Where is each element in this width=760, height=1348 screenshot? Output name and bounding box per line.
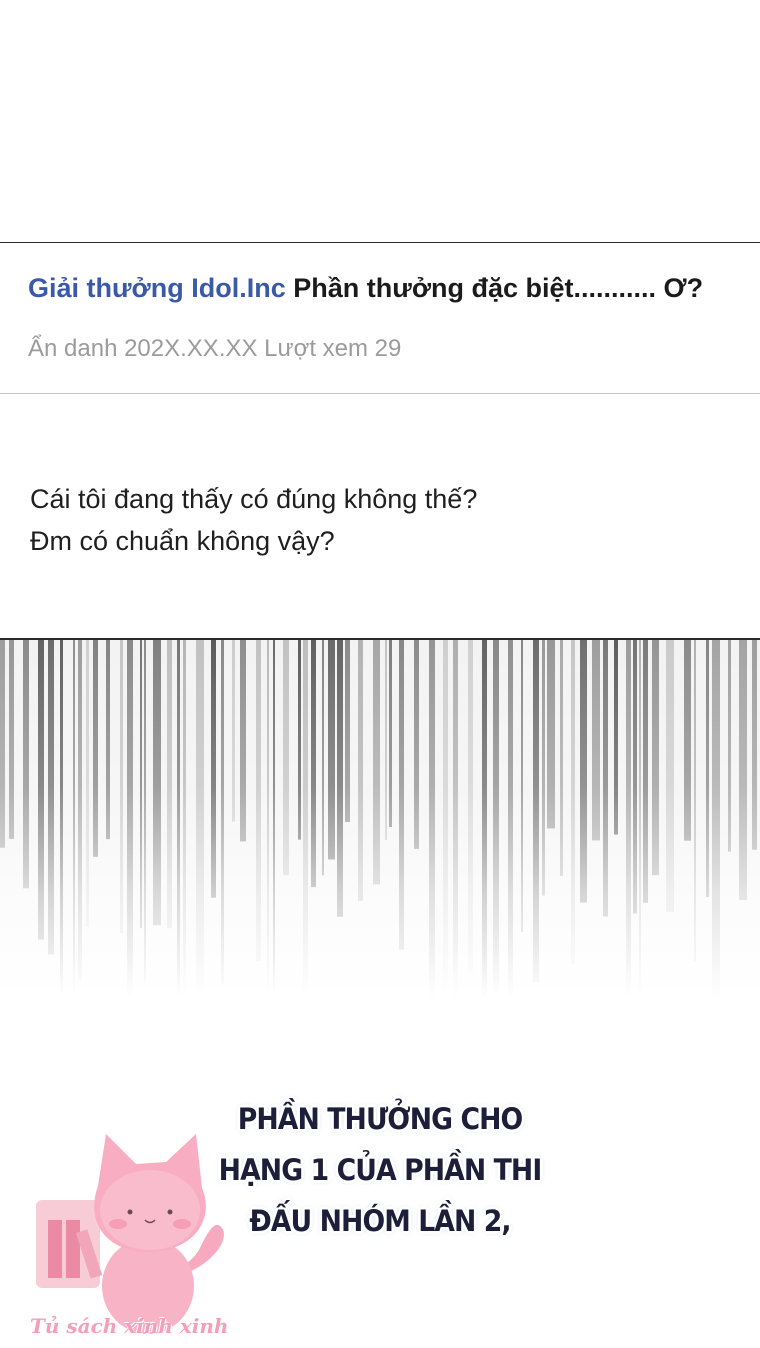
speed-lines-graphic <box>0 640 760 1058</box>
shock-lines-panel <box>0 638 760 1058</box>
narration-caption: PHẦN THƯỞNG CHO HẠNG 1 CỦA PHẦN THI ĐẤU … <box>214 1094 545 1247</box>
caption-line: ĐẤU NHÓM LẦN 2, <box>249 1204 511 1238</box>
post-meta: Ẩn danh 202X.XX.XX Lượt xem 29 <box>28 335 402 362</box>
caption-line: HẠNG 1 CỦA PHẦN THI <box>218 1153 543 1187</box>
post-title: Phần thưởng đặc biệt........... Ơ? <box>293 273 704 303</box>
post-title-line: Giải thưởng Idol.Inc Phần thưởng đặc biệ… <box>28 273 703 304</box>
post-body-line: Đm có chuẩn không vậy? <box>30 526 335 556</box>
post-body-line: Cái tôi đang thấy có đúng không thế? <box>30 484 478 514</box>
top-blank-area <box>0 0 760 242</box>
post-category-link[interactable]: Giải thưởng Idol.Inc <box>28 273 286 303</box>
watermark-text: Tủ sách xinh xinh <box>30 1314 229 1338</box>
caption-line: PHẦN THƯỞNG CHO <box>237 1102 524 1136</box>
post-header-card[interactable]: Giải thưởng Idol.Inc Phần thưởng đặc biệ… <box>0 242 760 394</box>
post-body: Cái tôi đang thấy có đúng không thế? Đm … <box>30 478 477 562</box>
